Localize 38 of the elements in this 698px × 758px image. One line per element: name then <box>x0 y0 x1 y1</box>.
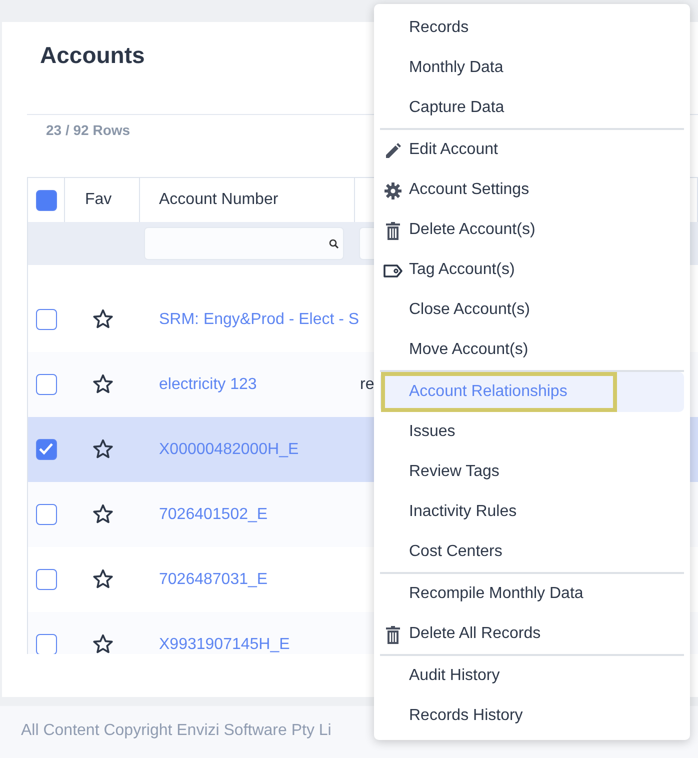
pencil-icon <box>383 141 403 161</box>
settings-icon <box>383 181 403 201</box>
menu-item[interactable]: Records <box>380 8 684 48</box>
table-cell: re <box>360 376 374 392</box>
menu-item[interactable]: Account Settings <box>380 170 684 210</box>
menu-item[interactable]: Recompile Monthly Data <box>380 574 684 614</box>
row-checkbox[interactable] <box>36 634 57 654</box>
menu-item[interactable]: Delete Account(s) <box>380 210 684 250</box>
filter-field[interactable] <box>144 227 344 260</box>
trash-icon <box>383 221 403 241</box>
menu-item[interactable]: Inactivity Rules <box>380 492 684 532</box>
menu-item[interactable]: Records History <box>380 696 684 736</box>
star-icon[interactable] <box>92 503 114 526</box>
search-icon <box>329 238 339 248</box>
column-header: Account Number <box>159 190 278 210</box>
star-icon[interactable] <box>92 373 114 396</box>
column-header: Fav <box>85 190 112 210</box>
row-checkbox[interactable] <box>36 309 57 330</box>
menu-item[interactable]: Capture Data <box>380 88 684 128</box>
menu-item[interactable]: Delete All Records <box>380 614 684 654</box>
star-icon[interactable] <box>92 633 114 654</box>
trash-icon <box>383 625 403 645</box>
page-title: Accounts <box>40 42 145 70</box>
row-checkbox[interactable] <box>36 374 57 395</box>
star-icon[interactable] <box>92 568 114 590</box>
menu-item[interactable]: Edit Account <box>380 130 684 170</box>
star-icon[interactable] <box>92 438 114 460</box>
copyright-text: All Content Copyright Envizi Software Pty Li <box>21 722 332 739</box>
row-checkbox[interactable] <box>36 569 57 590</box>
star-icon[interactable] <box>92 308 114 330</box>
menu-item[interactable]: Monthly Data <box>380 48 684 88</box>
menu-item[interactable]: Audit History <box>380 656 684 696</box>
menu-item[interactable]: Tag Account(s) <box>380 250 684 290</box>
row-checkbox[interactable] <box>36 439 57 460</box>
menu-item[interactable]: Close Account(s) <box>380 290 684 330</box>
row-checkbox[interactable] <box>36 504 57 525</box>
row-count: 23 / 92 Rows <box>46 122 130 138</box>
select-all-checkbox[interactable] <box>36 190 56 210</box>
